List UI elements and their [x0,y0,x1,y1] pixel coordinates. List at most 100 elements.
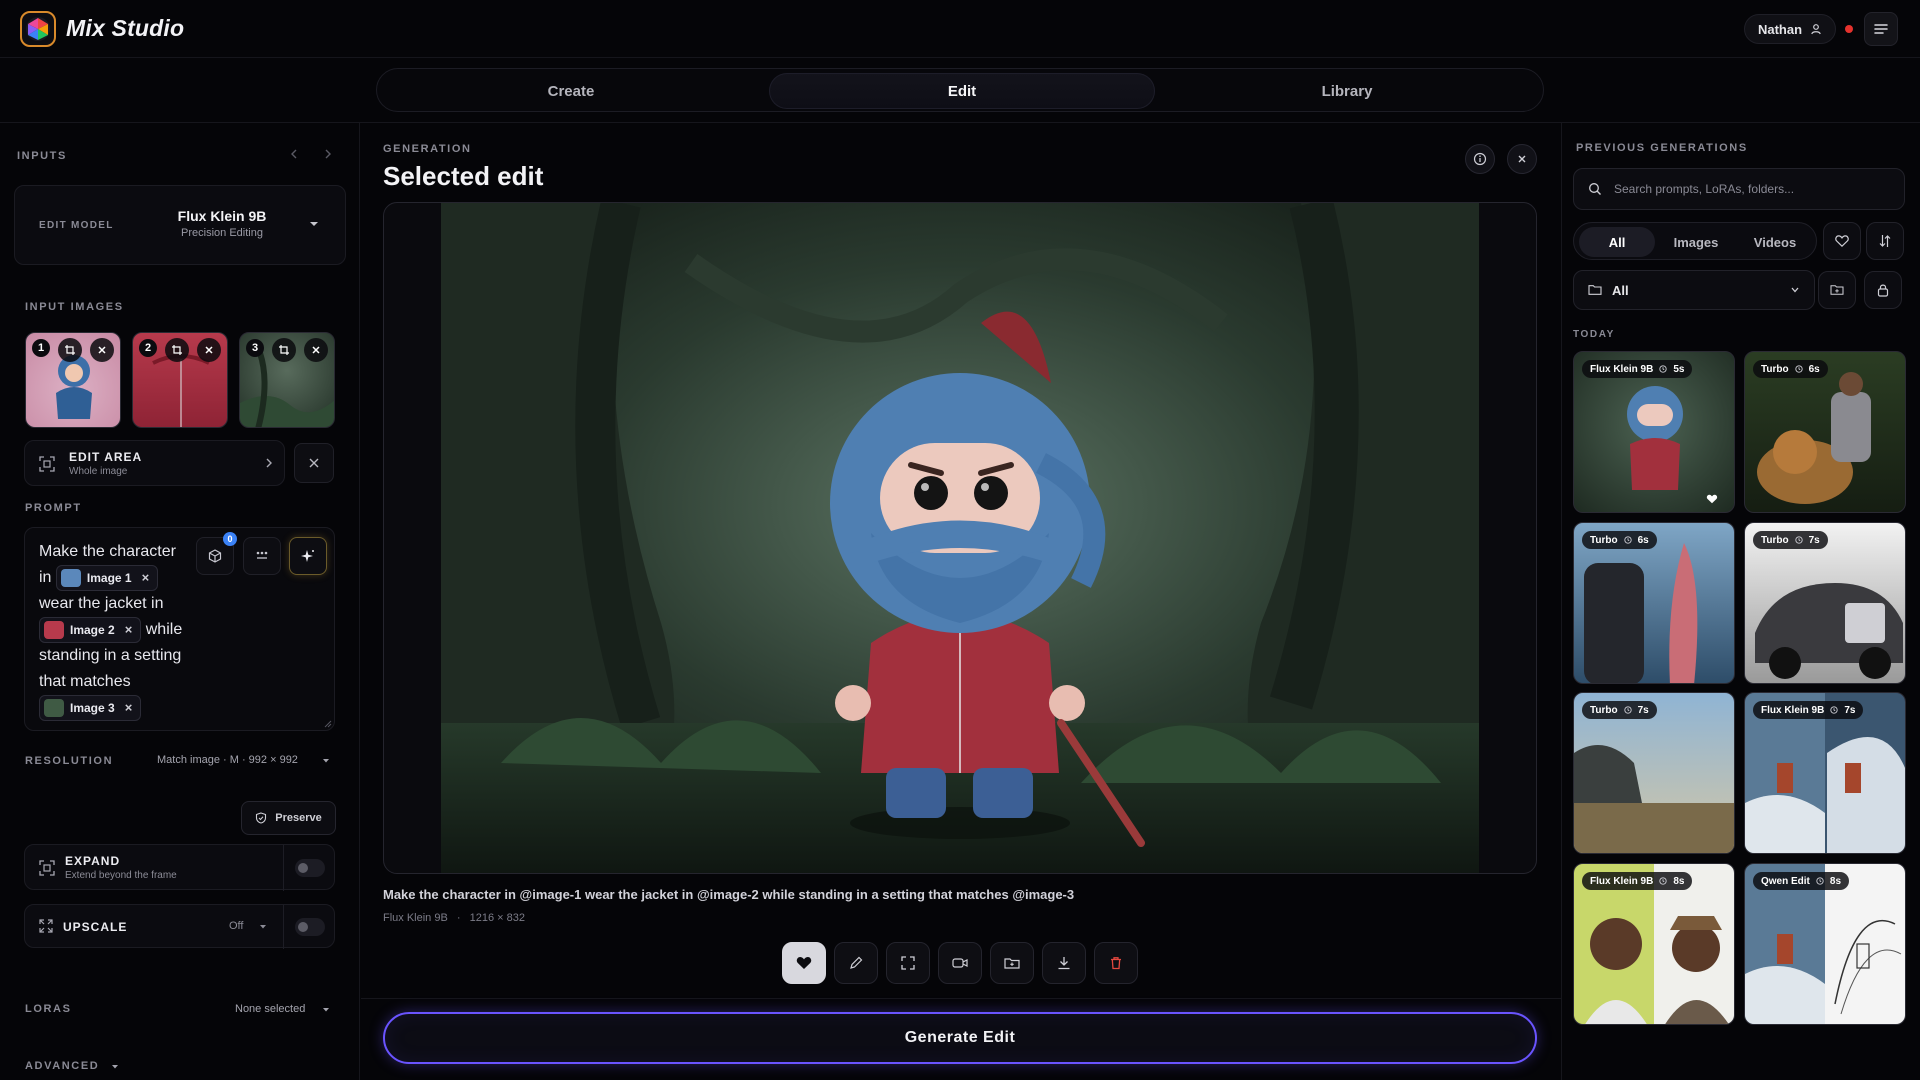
sort-button[interactable] [1866,222,1904,260]
sparkle-icon [301,549,315,563]
search-icon [1588,182,1602,196]
upscale-row: UPSCALE Off [24,904,335,949]
chevron-down-icon [321,757,331,765]
prompt-input[interactable]: Make the character in Image 1 × wear the … [24,527,335,731]
preserve-label: Preserve [275,812,322,824]
prompt-content[interactable]: Make the character in Image 1 × wear the … [39,539,189,722]
user-menu-button[interactable]: Nathan [1744,14,1836,44]
tab-edit[interactable]: Edit [769,73,1155,109]
chip-remove-icon[interactable]: × [142,565,150,591]
info-icon [1473,152,1487,166]
history-card[interactable]: Flux Klein 9B 5s [1573,351,1735,513]
chevron-down-icon [110,1063,120,1071]
folder-label: All [1612,282,1629,298]
chip-label: Image 3 [70,701,115,716]
folder-select[interactable]: All [1573,270,1815,310]
crop-icon[interactable] [272,338,296,362]
history-card[interactable]: Turbo 6s [1573,522,1735,684]
tab-create[interactable]: Create [383,73,759,109]
meta-size: 1216 × 832 [469,912,525,924]
meta-separator: · [456,912,461,924]
favorited-heart-icon [1706,494,1718,504]
move-to-folder-button[interactable] [990,942,1034,984]
prompt-chip-image-3[interactable]: Image 3 × [39,695,142,722]
generation-prompt: Make the character in @image-1 wear the … [383,887,1075,902]
card-time: 7s [1808,534,1820,546]
fullscreen-button[interactable] [886,942,930,984]
filter-images[interactable]: Images [1658,227,1734,257]
resolution-label: RESOLUTION [25,755,114,767]
chip-remove-icon[interactable]: × [125,617,133,643]
remove-image-icon[interactable] [90,338,114,362]
menu-button[interactable] [1864,12,1898,46]
tab-library[interactable]: Library [1157,73,1537,109]
input-image-2[interactable]: 2 [132,332,228,428]
card-time: 6s [1637,534,1649,546]
card-model: Flux Klein 9B [1761,704,1825,716]
object-count-badge: 0 [223,532,237,546]
chip-remove-icon[interactable]: × [125,695,133,721]
favorites-filter-button[interactable] [1823,222,1861,260]
delete-button[interactable] [1094,942,1138,984]
shield-icon [255,812,267,824]
history-card[interactable]: Flux Klein 9B 8s [1573,863,1735,1025]
download-button[interactable] [1042,942,1086,984]
resolution-select[interactable]: Match image · M · 992 × 992 [157,754,298,766]
remove-image-icon[interactable] [304,338,328,362]
input-image-1[interactable]: 1 [25,332,121,428]
history-card[interactable]: Flux Klein 9B 7s [1744,692,1906,854]
card-tag: Flux Klein 9B 8s [1582,872,1693,890]
image-3-number: 3 [246,339,264,357]
card-time: 7s [1637,704,1649,716]
clock-icon [1794,536,1803,544]
heart-icon [796,956,812,970]
next-arrow-icon[interactable] [321,147,335,161]
card-time: 8s [1673,875,1685,887]
clear-edit-area-button[interactable] [294,443,334,483]
app-logo-icon [20,11,56,47]
resize-handle-icon[interactable] [324,720,332,728]
prompt-chip-image-1[interactable]: Image 1 × [55,565,159,591]
prev-arrow-icon[interactable] [287,147,301,161]
prompt-text-2: wear the jacket in [39,595,164,613]
edit-model-select[interactable]: EDIT MODEL Flux Klein 9B Precision Editi… [14,185,346,265]
make-video-button[interactable] [938,942,982,984]
preserve-button[interactable]: Preserve [241,801,336,835]
search-input[interactable] [1614,182,1874,196]
crop-icon[interactable] [165,338,189,362]
close-icon [1517,154,1527,164]
history-card[interactable]: Turbo 6s [1744,351,1906,513]
prompt-chip-image-2[interactable]: Image 2 × [39,617,142,644]
generated-image[interactable] [441,203,1479,873]
history-search[interactable] [1573,168,1905,210]
remove-image-icon[interactable] [197,338,221,362]
upscale-toggle[interactable] [295,918,325,936]
chevron-down-icon [321,1006,331,1014]
expand-toggle[interactable] [295,859,325,877]
history-card[interactable]: Qwen Edit 8s [1744,863,1906,1025]
advanced-toggle[interactable]: ADVANCED [25,1060,99,1072]
enhance-prompt-button[interactable] [289,537,327,575]
input-image-3[interactable]: 3 [239,332,335,428]
image-1-number: 1 [32,339,50,357]
favorite-button[interactable] [782,942,826,984]
lock-folder-button[interactable] [1864,271,1902,309]
history-card[interactable]: Turbo 7s [1744,522,1906,684]
prompt-tools-button[interactable] [243,537,281,575]
history-card[interactable]: Turbo 7s [1573,692,1735,854]
video-icon [952,957,968,969]
heart-outline-icon [1835,235,1849,247]
edit-button[interactable] [834,942,878,984]
loras-select[interactable]: None selected [235,1003,305,1015]
crop-icon[interactable] [58,338,82,362]
edit-area-button[interactable]: EDIT AREA Whole image [24,440,285,486]
generate-edit-button[interactable]: Generate Edit [383,1012,1537,1064]
new-folder-button[interactable] [1818,271,1856,309]
sort-icon [1879,234,1891,248]
upscale-select[interactable]: Off [229,920,243,932]
filter-videos[interactable]: Videos [1737,227,1813,257]
info-button[interactable] [1465,144,1495,174]
filter-all[interactable]: All [1579,227,1655,257]
close-generation-button[interactable] [1507,144,1537,174]
meta-model: Flux Klein 9B [383,912,448,924]
